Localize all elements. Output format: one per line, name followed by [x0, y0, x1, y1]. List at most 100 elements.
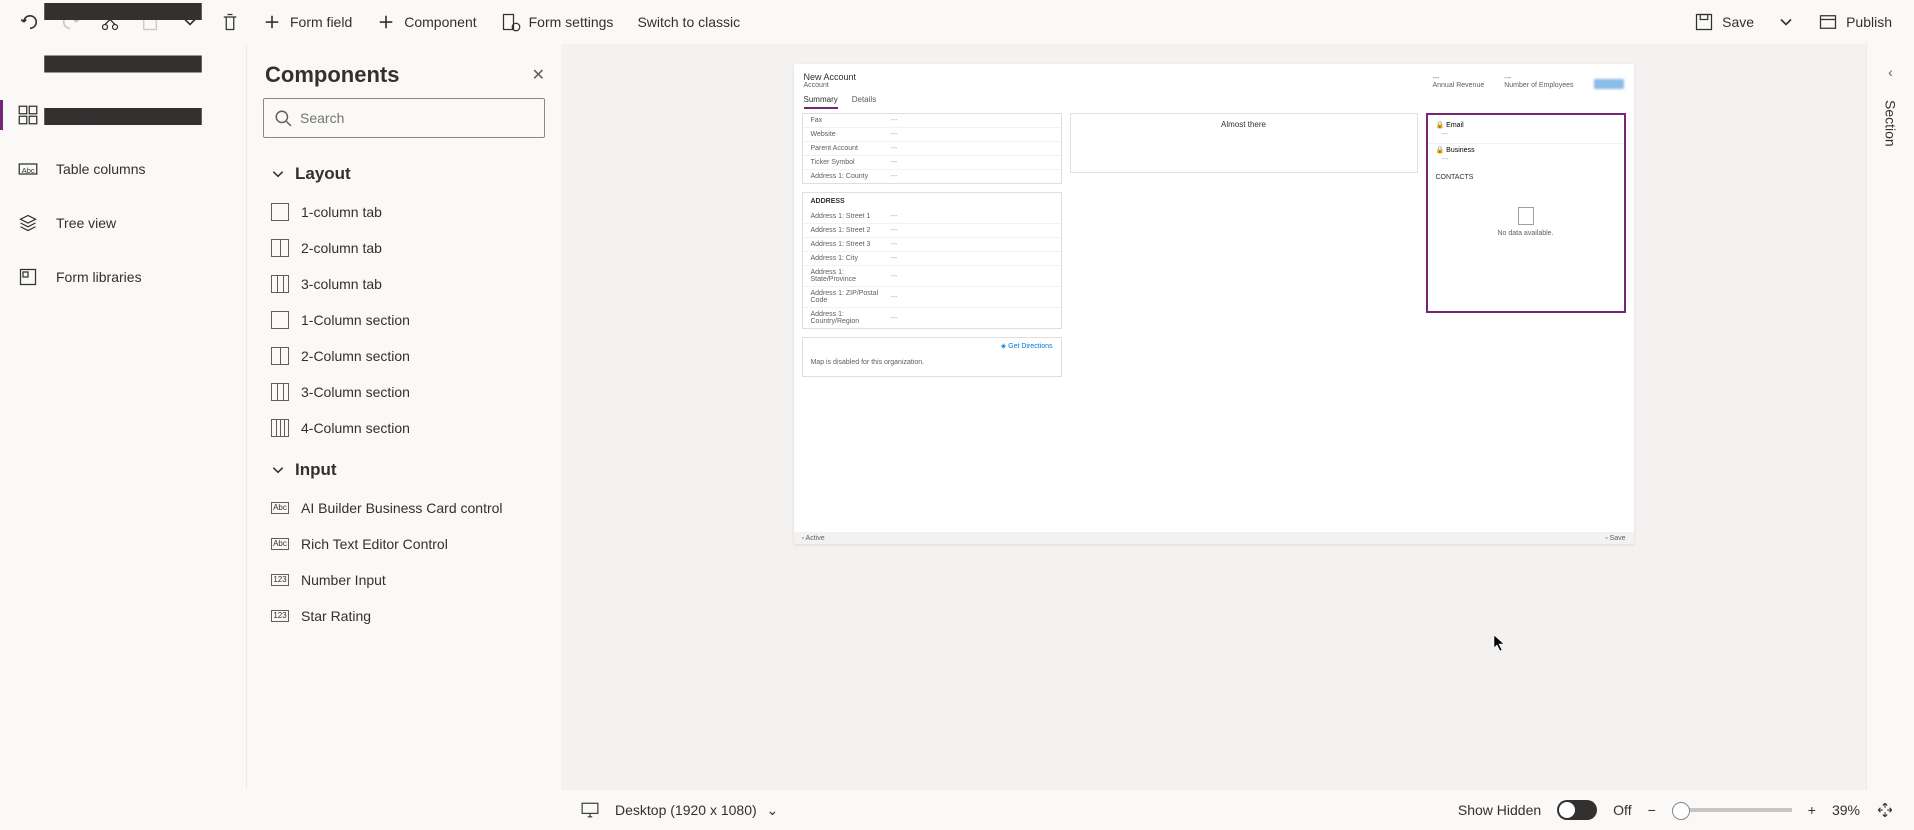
comp-1-column-tab[interactable]: 1-column tab: [271, 194, 545, 230]
layout-1col-icon: [271, 203, 289, 221]
field-label: Address 1: State/Province: [811, 269, 891, 283]
comp-label: 1-column tab: [301, 204, 382, 220]
chevron-down-icon: ⌄: [767, 802, 779, 818]
num-icon: 123: [271, 610, 289, 622]
sidebar-item-label: Table columns: [56, 161, 146, 177]
field-value: ---: [891, 294, 898, 301]
lock-icon: 🔒: [1436, 122, 1445, 129]
publish-label: Publish: [1846, 14, 1892, 30]
sidebar-item-label: Components: [56, 107, 135, 123]
comp-3-column-section[interactable]: 3-Column section: [271, 374, 545, 410]
document-icon: [1518, 207, 1534, 225]
comp-2-column-section[interactable]: 2-Column section: [271, 338, 545, 374]
publish-button[interactable]: Publish: [1808, 4, 1902, 40]
group-input-header[interactable]: Input: [271, 446, 545, 490]
section-address[interactable]: ADDRESS Address 1: Street 1--- Address 1…: [802, 192, 1062, 329]
layout-3sec-icon: [271, 383, 289, 401]
show-hidden-toggle[interactable]: [1557, 800, 1597, 820]
comp-label: AI Builder Business Card control: [301, 500, 503, 516]
switch-classic-label: Switch to classic: [637, 14, 740, 30]
save-button[interactable]: Save: [1684, 4, 1764, 40]
layout-2sec-icon: [271, 347, 289, 365]
field-value: ---: [1428, 129, 1624, 143]
abc-icon: Abc: [271, 538, 289, 550]
svg-text:Abc: Abc: [22, 166, 35, 175]
field-value: ---: [891, 315, 898, 322]
comp-star-rating[interactable]: 123 Star Rating: [271, 598, 545, 634]
field-value: ---: [891, 241, 898, 248]
comp-1-column-section[interactable]: 1-Column section: [271, 302, 545, 338]
form-canvas[interactable]: New Account Account ---Annual Revenue --…: [794, 64, 1634, 544]
section-selected[interactable]: 🔒 Email --- 🔒 Business --- CONTACTS No d…: [1426, 113, 1626, 313]
group-title: Input: [295, 460, 337, 480]
comp-rich-text-editor[interactable]: AbcRich Text Editor Control: [271, 526, 545, 562]
save-dropdown-button[interactable]: [1768, 4, 1804, 40]
search-input[interactable]: [263, 98, 545, 138]
toggle-state: Off: [1613, 802, 1631, 818]
comp-3-column-tab[interactable]: 3-column tab: [271, 266, 545, 302]
sidebar-item-components[interactable]: Components: [0, 88, 246, 142]
panel-title: Components: [265, 62, 399, 88]
section-title: ADDRESS: [803, 193, 1061, 210]
search-icon: [274, 109, 292, 127]
save-label: Save: [1722, 14, 1754, 30]
layout-3col-icon: [271, 275, 289, 293]
sidebar-item-label: Tree view: [56, 215, 116, 231]
save-icon: [1694, 12, 1714, 32]
zoom-out-button[interactable]: −: [1648, 802, 1656, 818]
sidebar-item-tree-view[interactable]: Tree view: [0, 196, 246, 250]
section-timeline[interactable]: Almost there: [1070, 113, 1418, 173]
comp-2-column-tab[interactable]: 2-column tab: [271, 230, 545, 266]
fit-screen-button[interactable]: [1876, 801, 1894, 819]
comp-number-input[interactable]: 123Number Input: [271, 562, 545, 598]
form-libraries-icon: [18, 267, 38, 287]
hamburger-button[interactable]: [0, 44, 246, 88]
viewport-label: Desktop (1920 x 1080): [615, 802, 757, 818]
status-icon: ▫: [802, 535, 804, 542]
expand-right-panel-button[interactable]: ‹: [1888, 64, 1893, 80]
plus-icon: [376, 12, 396, 32]
comp-4-column-section[interactable]: 4-Column section: [271, 410, 545, 446]
search-field[interactable]: [300, 110, 534, 126]
contacts-title: CONTACTS: [1428, 168, 1624, 187]
group-title: Layout: [295, 164, 351, 184]
panel-close-button[interactable]: ✕: [532, 65, 545, 85]
zoom-in-button[interactable]: +: [1808, 802, 1816, 818]
form-field-button[interactable]: Form field: [252, 4, 362, 40]
component-label: Component: [404, 14, 476, 30]
field-value: ---: [1428, 154, 1624, 168]
zoom-slider[interactable]: [1672, 808, 1792, 812]
viewport-selector[interactable]: Desktop (1920 x 1080) ⌄: [615, 802, 778, 819]
sidebar-item-form-libraries[interactable]: Form libraries: [0, 250, 246, 304]
section-account-info[interactable]: Fax--- Website--- Parent Account--- Tick…: [802, 113, 1062, 184]
tab-summary[interactable]: Summary: [804, 95, 838, 109]
field-value: ---: [891, 145, 898, 152]
comp-label: Star Rating: [301, 608, 371, 624]
field-label: Address 1: City: [811, 255, 891, 262]
section-map[interactable]: ◈ Get Directions Map is disabled for thi…: [802, 337, 1062, 377]
field-value: ---: [891, 131, 898, 138]
sidebar-item-table-columns[interactable]: Abc Table columns: [0, 142, 246, 196]
form-settings-button[interactable]: Form settings: [491, 4, 624, 40]
switch-classic-button[interactable]: Switch to classic: [627, 4, 750, 40]
field-value: ---: [891, 213, 898, 220]
num-icon: 123: [271, 574, 289, 586]
field-label: Business: [1446, 147, 1474, 154]
layout-4sec-icon: [271, 419, 289, 437]
right-panel-label: Section: [1883, 100, 1899, 147]
no-data-text: No data available.: [1428, 230, 1624, 237]
get-directions-link[interactable]: Get Directions: [1008, 343, 1052, 350]
chevron-left-icon: ‹: [1888, 64, 1893, 80]
chevron-down-icon: [1776, 12, 1796, 32]
field-label: Email: [1446, 122, 1464, 129]
publish-icon: [1818, 12, 1838, 32]
form-settings-icon: [501, 12, 521, 32]
group-layout-header[interactable]: Layout: [271, 150, 545, 194]
tab-details[interactable]: Details: [852, 95, 876, 109]
comp-ai-business-card[interactable]: AbcAI Builder Business Card control: [271, 490, 545, 526]
field-label: Address 1: ZIP/Postal Code: [811, 290, 891, 304]
header-val: ---: [1504, 75, 1573, 82]
component-button[interactable]: Component: [366, 4, 486, 40]
footer-save[interactable]: Save: [1610, 535, 1626, 542]
directions-icon: ◈: [1001, 343, 1006, 350]
